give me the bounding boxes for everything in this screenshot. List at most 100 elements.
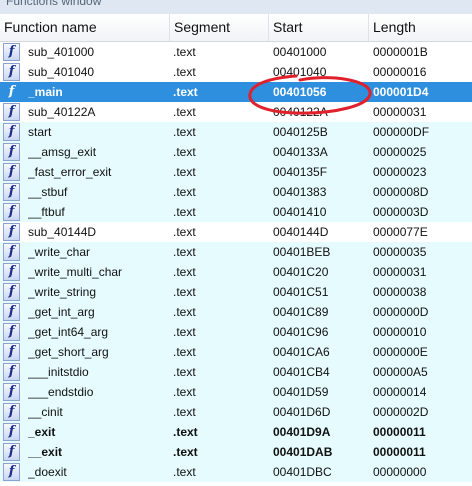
function-row[interactable]: f __stbuf .text 00401383 0000008D — [0, 182, 472, 202]
function-row[interactable]: f sub_401040 .text 00401040 00000016 — [0, 62, 472, 82]
function-row[interactable]: f _fast_error_exit .text 0040135F 00000023 — [0, 162, 472, 182]
start-address-cell: 0040135F — [273, 165, 328, 179]
column-header-length[interactable]: Length — [369, 14, 472, 41]
length-cell: 0000000E — [373, 345, 428, 359]
segment-cell: .text — [173, 65, 196, 79]
length-cell: 00000035 — [373, 245, 427, 259]
start-address-cell: 00401040 — [273, 65, 327, 79]
length-cell: 00000031 — [373, 265, 427, 279]
length-cell: 00000038 — [373, 285, 427, 299]
segment-cell: .text — [173, 305, 196, 319]
column-header-start[interactable]: Start — [269, 14, 369, 41]
length-cell: 00000011 — [373, 445, 426, 459]
function-row[interactable]: f ___endstdio .text 00401D59 00000014 — [0, 382, 472, 402]
function-name-cell: __cinit — [28, 405, 63, 419]
function-name-cell: _write_string — [28, 285, 97, 299]
function-row[interactable]: f _main .text 00401056 000001D4 — [0, 82, 472, 102]
function-icon: f — [3, 103, 20, 121]
function-icon: f — [3, 263, 20, 281]
start-address-cell: 00401056 — [273, 85, 327, 99]
length-cell: 000001D4 — [373, 85, 429, 99]
length-cell: 00000016 — [373, 65, 427, 79]
column-header-function-name[interactable]: Function name — [0, 14, 170, 41]
function-icon: f — [3, 143, 20, 161]
function-row[interactable]: f sub_401000 .text 00401000 0000001B — [0, 42, 472, 62]
start-address-cell: 00401C89 — [273, 305, 329, 319]
function-name-cell: sub_401040 — [28, 65, 95, 79]
function-name-cell: _write_char — [28, 245, 91, 259]
function-name-cell: start — [28, 125, 52, 139]
function-row[interactable]: f _doexit .text 00401DBC 00000000 — [0, 462, 472, 482]
function-name-cell: _exit — [28, 425, 56, 439]
length-cell: 0000008D — [373, 185, 429, 199]
function-row[interactable]: f _write_char .text 00401BEB 00000035 — [0, 242, 472, 262]
function-row[interactable]: f _write_multi_char .text 00401C20 00000031 — [0, 262, 472, 282]
segment-cell: .text — [173, 365, 196, 379]
function-name-cell: ___initstdio — [28, 365, 89, 379]
segment-cell: .text — [173, 125, 196, 139]
start-address-cell: 00401C51 — [273, 285, 329, 299]
start-address-cell: 0040125B — [273, 125, 328, 139]
start-address-cell: 00401410 — [273, 205, 327, 219]
function-row[interactable]: f _get_int64_arg .text 00401C96 00000010 — [0, 322, 472, 342]
function-icon: f — [3, 43, 20, 61]
function-name-cell: _main — [28, 85, 63, 99]
start-address-cell: 00401CB4 — [273, 365, 330, 379]
start-address-cell: 00401DAB — [273, 445, 333, 459]
start-address-cell: 00401383 — [273, 185, 327, 199]
function-name-cell: ___endstdio — [28, 385, 94, 399]
segment-cell: .text — [173, 45, 196, 59]
function-icon: f — [3, 223, 20, 241]
length-cell: 000000A5 — [373, 365, 428, 379]
segment-cell: .text — [173, 445, 198, 459]
function-row[interactable]: f __cinit .text 00401D6D 0000002D — [0, 402, 472, 422]
function-row[interactable]: f _exit .text 00401D9A 00000011 — [0, 422, 472, 442]
segment-cell: .text — [173, 145, 196, 159]
function-name-cell: __ftbuf — [28, 205, 65, 219]
segment-cell: .text — [173, 265, 196, 279]
start-address-cell: 00401000 — [273, 45, 327, 59]
function-name-cell: __stbuf — [28, 185, 68, 199]
function-row[interactable]: f __ftbuf .text 00401410 0000003D — [0, 202, 472, 222]
length-cell: 00000011 — [373, 425, 426, 439]
segment-cell: .text — [173, 385, 196, 399]
function-name-cell: _get_int_arg — [28, 305, 95, 319]
length-cell: 00000023 — [373, 165, 427, 179]
length-cell: 00000000 — [373, 465, 427, 479]
function-row[interactable]: f sub_40144D .text 0040144D 0000077E — [0, 222, 472, 242]
function-row[interactable]: f _write_string .text 00401C51 00000038 — [0, 282, 472, 302]
segment-cell: .text — [173, 165, 196, 179]
function-icon: f — [3, 63, 20, 81]
function-name-cell: _get_short_arg — [28, 345, 109, 359]
function-list: f sub_401000 .text 00401000 0000001B f sub_401… — [0, 42, 472, 486]
function-row[interactable]: f _get_int_arg .text 00401C89 0000000D — [0, 302, 472, 322]
start-address-cell: 0040122A — [273, 105, 328, 119]
length-cell: 0000001B — [373, 45, 428, 59]
function-icon: f — [3, 123, 20, 141]
segment-cell: .text — [173, 205, 196, 219]
function-row[interactable]: f sub_40122A .text 0040122A 00000031 — [0, 102, 472, 122]
function-row[interactable]: f __exit .text 00401DAB 00000011 — [0, 442, 472, 462]
function-row[interactable]: f start .text 0040125B 000000DF — [0, 122, 472, 142]
function-name-cell: _doexit — [28, 465, 67, 479]
function-icon: f — [3, 163, 20, 181]
segment-cell: .text — [173, 405, 196, 419]
function-row[interactable]: f _get_short_arg .text 00401CA6 0000000E — [0, 342, 472, 362]
start-address-cell: 00401D59 — [273, 385, 329, 399]
function-row[interactable]: f __amsg_exit .text 0040133A 00000025 — [0, 142, 472, 162]
function-name-cell: sub_40122A — [28, 105, 96, 119]
functions-window: Functions window Function name Segment S… — [0, 0, 472, 486]
function-icon: f — [3, 343, 20, 361]
segment-cell: .text — [173, 425, 198, 439]
function-row[interactable]: f ___initstdio .text 00401CB4 000000A5 — [0, 362, 472, 382]
column-header-row: Function name Segment Start Length — [0, 14, 472, 42]
start-address-cell: 00401C96 — [273, 325, 329, 339]
start-address-cell: 00401C20 — [273, 265, 329, 279]
window-title: Functions window — [6, 0, 102, 8]
length-cell: 0000002D — [373, 405, 429, 419]
column-header-segment[interactable]: Segment — [170, 14, 269, 41]
length-cell: 00000014 — [373, 385, 427, 399]
start-address-cell: 0040144D — [273, 225, 329, 239]
length-cell: 00000010 — [373, 325, 427, 339]
window-title-bar[interactable]: Functions window — [0, 0, 472, 14]
